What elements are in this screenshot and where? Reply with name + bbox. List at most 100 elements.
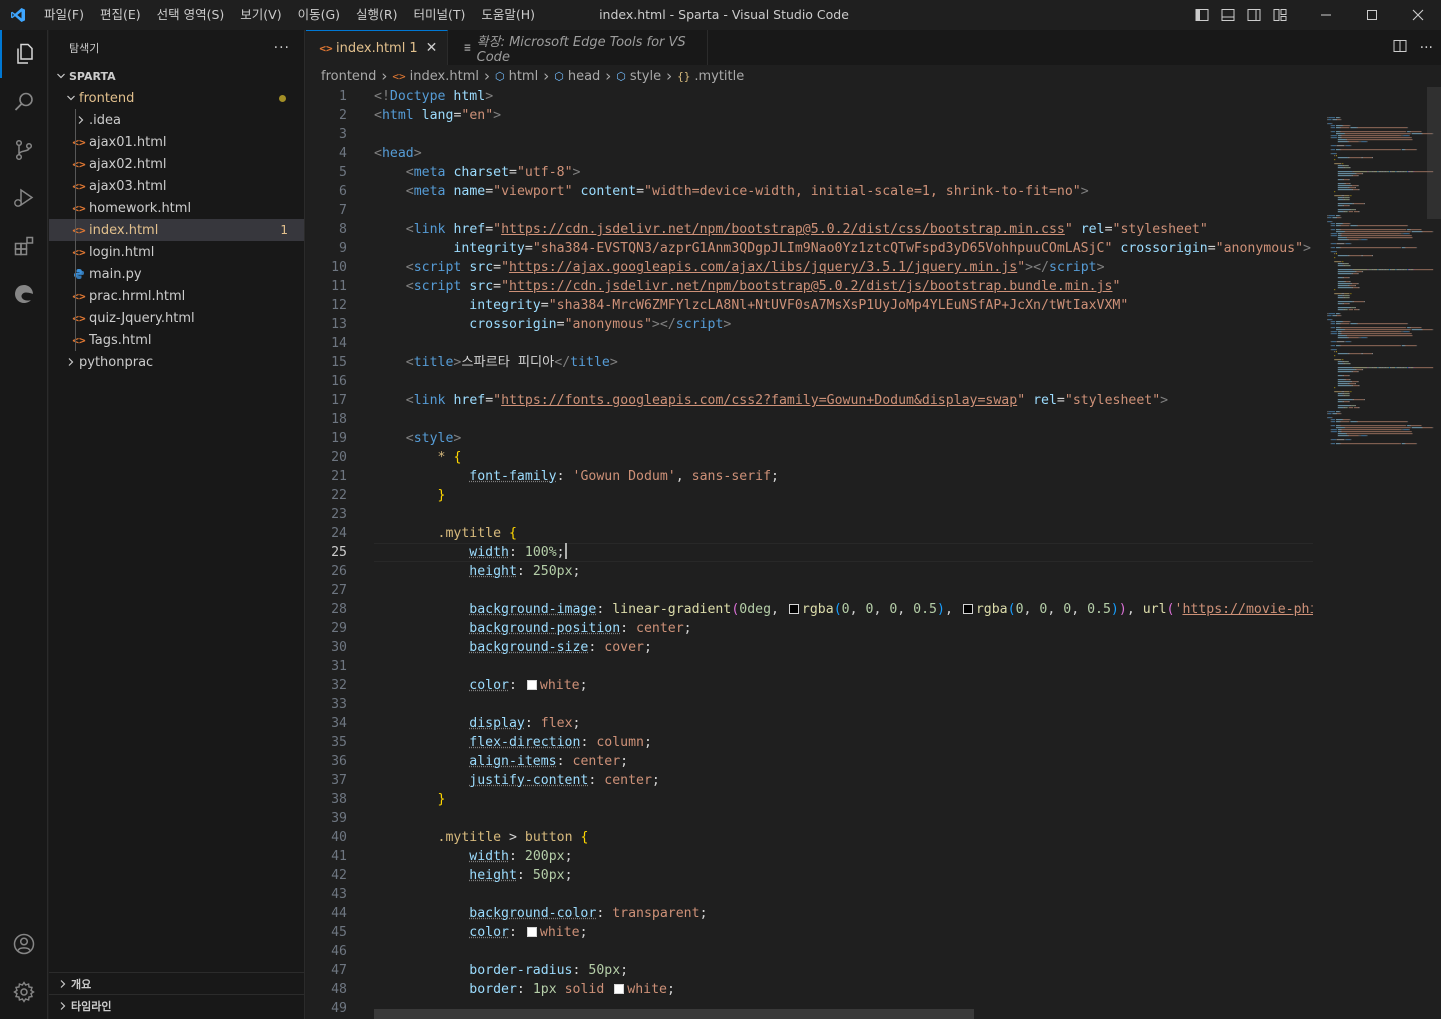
code-line[interactable]: 31: [306, 657, 1313, 676]
code-line[interactable]: 36 align-items: center;: [306, 752, 1313, 771]
toggle-primary-sidebar-icon[interactable]: [1189, 0, 1215, 30]
minimize-button[interactable]: [1303, 0, 1349, 30]
tab-index-html[interactable]: <> index.html 1 ✕: [306, 30, 449, 65]
tree-file[interactable]: <> Tags.html: [49, 329, 304, 351]
breadcrumb-item[interactable]: ⬡ style: [616, 69, 661, 84]
code-line[interactable]: 40 .mytitle > button {: [306, 828, 1313, 847]
toggle-secondary-sidebar-icon[interactable]: [1241, 0, 1267, 30]
code-line[interactable]: 27: [306, 581, 1313, 600]
code-line[interactable]: 9 integrity="sha384-EVSTQN3/azprG1Anm3QD…: [306, 239, 1313, 258]
code-line[interactable]: 32 color: white;: [306, 676, 1313, 695]
outline-section[interactable]: 개요: [49, 972, 305, 994]
code-line[interactable]: 46: [306, 942, 1313, 961]
search-icon[interactable]: [0, 78, 48, 126]
code-line[interactable]: 23: [306, 505, 1313, 524]
split-editor-icon[interactable]: [1392, 38, 1408, 58]
code-line[interactable]: 16: [306, 372, 1313, 391]
breadcrumb-item[interactable]: ⬡ html: [495, 69, 538, 84]
menu-item[interactable]: 터미널(T): [406, 0, 474, 30]
vscode-logo-icon[interactable]: [0, 0, 36, 30]
code-line[interactable]: 10 <script src="https://ajax.googleapis.…: [306, 258, 1313, 277]
code-line[interactable]: 18: [306, 410, 1313, 429]
code-line[interactable]: 8 <link href="https://cdn.jsdelivr.net/n…: [306, 220, 1313, 239]
code-line[interactable]: 37 justify-content: center;: [306, 771, 1313, 790]
tree-folder[interactable]: pythonprac: [49, 351, 304, 373]
code-line[interactable]: 42 height: 50px;: [306, 866, 1313, 885]
code-line[interactable]: 45 color: white;: [306, 923, 1313, 942]
code-line[interactable]: 22 }: [306, 486, 1313, 505]
menu-item[interactable]: 파일(F): [36, 0, 92, 30]
source-control-icon[interactable]: [0, 126, 48, 174]
code-line[interactable]: 38 }: [306, 790, 1313, 809]
code-line[interactable]: 11 <script src="https://cdn.jsdelivr.net…: [306, 277, 1313, 296]
code-line[interactable]: 48 border: 1px solid white;: [306, 980, 1313, 999]
close-tab-icon[interactable]: ✕: [426, 40, 438, 56]
code-line[interactable]: 41 width: 200px;: [306, 847, 1313, 866]
code-line[interactable]: 20 * {: [306, 448, 1313, 467]
breadcrumb-item[interactable]: <> index.html: [392, 69, 479, 84]
accounts-icon[interactable]: [0, 920, 48, 968]
code-line[interactable]: 4 <head>: [306, 144, 1313, 163]
manage-gear-icon[interactable]: [0, 968, 48, 1016]
tree-file[interactable]: <> homework.html: [49, 197, 304, 219]
edge-tools-icon[interactable]: [0, 270, 48, 318]
code-line[interactable]: 47 border-radius: 50px;: [306, 961, 1313, 980]
tree-file[interactable]: <> quiz-Jquery.html: [49, 307, 304, 329]
tree-folder[interactable]: .idea: [49, 109, 304, 131]
tree-file[interactable]: <> index.html 1: [49, 219, 304, 241]
vertical-scrollbar[interactable]: [1427, 87, 1441, 1019]
color-swatch-icon[interactable]: [962, 604, 973, 614]
tab-extension-edge-tools[interactable]: ≡ 확장: Microsoft Edge Tools for VS Code: [448, 30, 709, 65]
code-line[interactable]: 3: [306, 125, 1313, 144]
extensions-icon[interactable]: [0, 222, 48, 270]
breadcrumb-item[interactable]: ⬡ head: [554, 69, 600, 84]
menu-item[interactable]: 편집(E): [92, 0, 149, 30]
scrollbar-thumb[interactable]: [1427, 87, 1441, 219]
breadcrumb-item[interactable]: {} .mytitle: [677, 69, 744, 84]
code-line[interactable]: 30 background-size: cover;: [306, 638, 1313, 657]
code-line[interactable]: 44 background-color: transparent;: [306, 904, 1313, 923]
code-line[interactable]: 1 <!Doctype html>: [306, 87, 1313, 106]
maximize-button[interactable]: [1349, 0, 1395, 30]
timeline-section[interactable]: 타임라인: [49, 994, 305, 1016]
tree-file[interactable]: main.py: [49, 263, 304, 285]
code-line[interactable]: 15 <title>스파르타 피디아</title>: [306, 353, 1313, 372]
code-line[interactable]: 7: [306, 201, 1313, 220]
workspace-root[interactable]: SPARTA: [49, 65, 304, 87]
tree-file[interactable]: <> ajax03.html: [49, 175, 304, 197]
code-line[interactable]: 5 <meta charset="utf-8">: [306, 163, 1313, 182]
customize-layout-icon[interactable]: [1267, 0, 1293, 30]
code-line[interactable]: 26 height: 250px;: [306, 562, 1313, 581]
code-line[interactable]: 29 background-position: center;: [306, 619, 1313, 638]
code-line[interactable]: 13 crossorigin="anonymous"></script>: [306, 315, 1313, 334]
more-actions-icon[interactable]: ···: [274, 40, 290, 56]
code-line[interactable]: 21 font-family: 'Gowun Dodum', sans-seri…: [306, 467, 1313, 486]
toggle-panel-icon[interactable]: [1215, 0, 1241, 30]
code-line[interactable]: 17 <link href="https://fonts.googleapis.…: [306, 391, 1313, 410]
color-swatch-icon[interactable]: [614, 984, 625, 994]
code-line[interactable]: 25 width: 100%;: [306, 543, 1313, 562]
code-line[interactable]: 2 <html lang="en">: [306, 106, 1313, 125]
code-editor[interactable]: 1 <!Doctype html> 2 <html lang="en"> 3 4 <head…: [306, 87, 1313, 1019]
menu-item[interactable]: 실행(R): [348, 0, 405, 30]
menu-item[interactable]: 보기(V): [232, 0, 289, 30]
more-actions-icon[interactable]: ···: [1420, 40, 1433, 56]
color-swatch-icon[interactable]: [788, 604, 799, 614]
code-line[interactable]: 19 <style>: [306, 429, 1313, 448]
code-line[interactable]: 6 <meta name="viewport" content="width=d…: [306, 182, 1313, 201]
menu-item[interactable]: 도움말(H): [473, 0, 543, 30]
minimap[interactable]: [1313, 87, 1441, 1019]
menu-item[interactable]: 이동(G): [290, 0, 348, 30]
code-line[interactable]: 14: [306, 334, 1313, 353]
code-line[interactable]: 33: [306, 695, 1313, 714]
tree-file[interactable]: <> prac.hrml.html: [49, 285, 304, 307]
tree-file[interactable]: <> ajax02.html: [49, 153, 304, 175]
tree-folder[interactable]: frontend: [49, 87, 304, 109]
color-swatch-icon[interactable]: [526, 680, 537, 690]
tree-file[interactable]: <> ajax01.html: [49, 131, 304, 153]
code-line[interactable]: 28 background-image: linear-gradient (0de…: [306, 600, 1313, 619]
code-line[interactable]: 35 flex-direction: column;: [306, 733, 1313, 752]
run-and-debug-icon[interactable]: [0, 174, 48, 222]
code-line[interactable]: 12 integrity="sha384-MrcW6ZMFYlzcLA8Nl+N…: [306, 296, 1313, 315]
code-line[interactable]: 39: [306, 809, 1313, 828]
